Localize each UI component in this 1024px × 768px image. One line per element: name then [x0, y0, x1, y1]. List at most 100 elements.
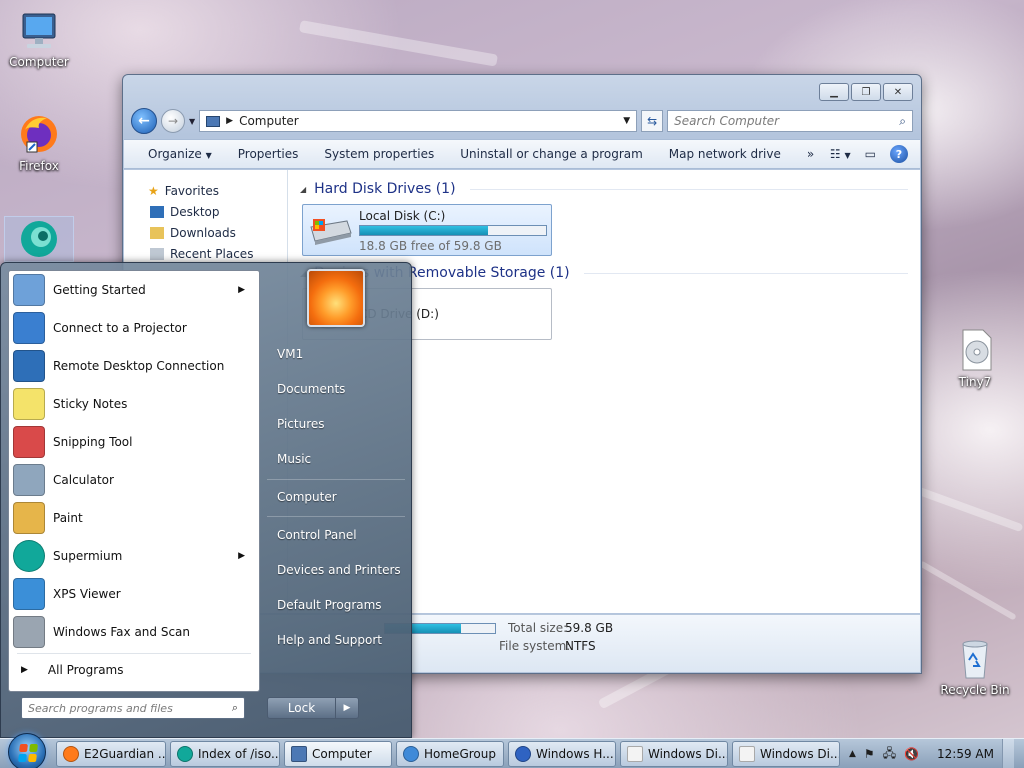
submenu-arrow-icon: ▶	[238, 285, 245, 295]
taskbar-button-firefox[interactable]: E2Guardian ...	[56, 741, 166, 767]
taskbar-button-homegroup[interactable]: HomeGroup	[396, 741, 504, 767]
group-header-hdd[interactable]: ◢ Hard Disk Drives (1)	[300, 178, 908, 200]
address-bar[interactable]: ▶ Computer ▼	[199, 110, 638, 132]
taskbar-button-computer[interactable]: Computer	[284, 741, 392, 767]
start-program-calculator[interactable]: Calculator	[9, 461, 259, 499]
clock[interactable]: 12:59 AM	[937, 747, 994, 761]
desktop-icon-recycle-bin[interactable]: Recycle Bin	[940, 636, 1010, 697]
start-link-help-support[interactable]: Help and Support	[267, 625, 405, 655]
taskbar-button-help[interactable]: Windows H...	[508, 741, 616, 767]
start-link-control-panel[interactable]: Control Panel	[267, 520, 405, 550]
action-center-flag-icon[interactable]: ⚑	[864, 747, 875, 761]
program-label: XPS Viewer	[53, 587, 121, 601]
breadcrumb-computer[interactable]: Computer	[239, 114, 617, 128]
nav-label: Favorites	[164, 183, 219, 198]
start-program-sticky-notes[interactable]: Sticky Notes	[9, 385, 259, 423]
start-program-fax-scan[interactable]: Windows Fax and Scan	[9, 613, 259, 651]
search-input[interactable]: Search Computer ⌕	[667, 110, 913, 132]
preview-pane-button[interactable]: ▭	[865, 147, 876, 161]
close-button[interactable]: ✕	[883, 83, 913, 101]
start-link-music[interactable]: Music	[267, 444, 405, 474]
start-program-paint[interactable]: Paint	[9, 499, 259, 537]
start-link-computer[interactable]: Computer	[267, 482, 405, 512]
start-search-input[interactable]: Search programs and files ⌕	[21, 697, 245, 719]
wallpaper-streak	[298, 20, 499, 67]
start-link-devices-printers[interactable]: Devices and Printers	[267, 555, 405, 585]
uninstall-program-button[interactable]: Uninstall or change a program	[448, 147, 657, 161]
total-size-label: Total size:	[508, 621, 568, 635]
windows-logo-icon	[18, 744, 38, 762]
recycle-bin-icon	[953, 636, 997, 680]
desktop-icon-label: Computer	[9, 55, 69, 69]
show-desktop-button[interactable]	[1002, 739, 1014, 768]
change-view-button[interactable]: ☷ ▼	[830, 147, 851, 161]
map-network-drive-button[interactable]: Map network drive	[657, 147, 795, 161]
nav-favorites[interactable]: ★ Favorites	[124, 180, 287, 201]
shutdown-options-arrow-icon[interactable]: ▶	[336, 698, 358, 718]
firefox-icon	[63, 746, 79, 762]
start-program-snipping-tool[interactable]: Snipping Tool	[9, 423, 259, 461]
taskbar-button-document[interactable]: Windows Di...	[732, 741, 840, 767]
organize-button[interactable]: Organize ▼	[136, 147, 226, 161]
more-commands-button[interactable]: »	[795, 147, 828, 161]
all-programs-button[interactable]: ▶ All Programs	[9, 656, 259, 684]
computer-icon	[291, 746, 307, 762]
close-icon: ✕	[893, 86, 903, 98]
show-hidden-icons-button[interactable]: ▲	[849, 749, 856, 759]
properties-button[interactable]: Properties	[226, 147, 313, 161]
forward-button[interactable]: →	[161, 109, 185, 133]
supermium-icon	[17, 217, 61, 261]
start-program-remote-desktop[interactable]: Remote Desktop Connection	[9, 347, 259, 385]
taskbar-button-document[interactable]: Windows Di...	[620, 741, 728, 767]
wallpaper-streak	[918, 560, 1017, 621]
recent-pages-dropdown[interactable]: ▼	[189, 117, 195, 126]
search-icon: ⌕	[231, 701, 238, 714]
start-button[interactable]	[8, 733, 46, 768]
desktop-icon-firefox[interactable]: Firefox	[4, 112, 74, 173]
minimize-icon: ▁	[830, 86, 838, 98]
taskbar-button-label: Computer	[312, 747, 372, 761]
taskbar-button-supermium[interactable]: Index of /iso...	[170, 741, 280, 767]
start-link-default-programs[interactable]: Default Programs	[267, 590, 405, 620]
taskbar-button-label: HomeGroup	[424, 747, 496, 761]
user-picture[interactable]	[307, 269, 365, 327]
sticky-notes-icon	[13, 388, 45, 420]
lock-label[interactable]: Lock	[268, 698, 336, 718]
volume-muted-icon[interactable]: 🔇	[904, 747, 919, 761]
start-program-projector[interactable]: Connect to a Projector	[9, 309, 259, 347]
projector-icon	[13, 312, 45, 344]
start-link-pictures[interactable]: Pictures	[267, 409, 405, 439]
nav-recent-places[interactable]: Recent Places	[124, 243, 287, 264]
lock-button[interactable]: Lock ▶	[267, 697, 359, 719]
minimize-button[interactable]: ▁	[819, 83, 849, 101]
desktop-icon-tiny7[interactable]: Tiny7	[940, 328, 1010, 389]
forward-arrow-icon: →	[167, 114, 179, 128]
chevron-down-icon[interactable]: ▼	[623, 116, 630, 126]
downloads-folder-icon	[150, 226, 164, 239]
drive-local-disk-c[interactable]: Local Disk (C:) 18.8 GB free of 59.8 GB	[302, 204, 552, 256]
desktop-icon-computer[interactable]: Computer	[4, 8, 74, 69]
nav-downloads[interactable]: Downloads	[124, 222, 287, 243]
notification-area: ▲ ⚑ 🖧 🔇 12:59 AM	[849, 739, 1024, 768]
help-icon[interactable]: ?	[890, 145, 908, 163]
homegroup-icon	[403, 746, 419, 762]
start-program-supermium[interactable]: Supermium ▶	[9, 537, 259, 575]
star-icon: ★	[148, 183, 159, 198]
maximize-button[interactable]: ❐	[851, 83, 881, 101]
desktop-icon-supermium[interactable]	[4, 216, 74, 262]
start-program-getting-started[interactable]: Getting Started ▶	[9, 271, 259, 309]
drive-usage-fill	[360, 226, 489, 235]
start-program-xps-viewer[interactable]: XPS Viewer	[9, 575, 259, 613]
start-link-user[interactable]: VM1	[267, 339, 405, 369]
network-icon[interactable]: 🖧	[883, 744, 896, 765]
program-label: Paint	[53, 511, 83, 525]
nav-desktop[interactable]: Desktop	[124, 201, 287, 222]
system-properties-button[interactable]: System properties	[312, 147, 448, 161]
program-label: Sticky Notes	[53, 397, 128, 411]
refresh-button[interactable]: ⇆	[641, 110, 664, 132]
xps-viewer-icon	[13, 578, 45, 610]
back-button[interactable]: ←	[131, 108, 157, 134]
refresh-icon: ⇆	[647, 114, 658, 128]
drive-usage-bar	[359, 225, 547, 236]
start-link-documents[interactable]: Documents	[267, 374, 405, 404]
